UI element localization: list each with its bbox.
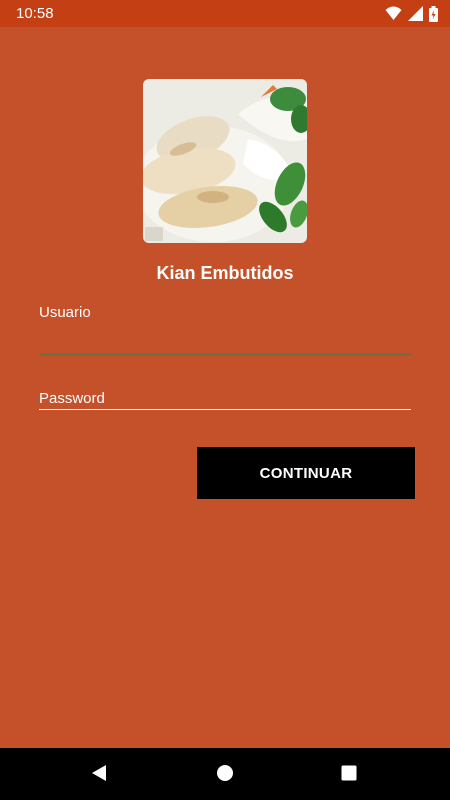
recents-icon[interactable] [340,763,358,788]
status-time: 10:58 [16,5,54,22]
back-icon[interactable] [90,763,108,788]
password-input[interactable] [39,387,411,410]
battery-icon [429,5,438,22]
navigation-bar [0,748,450,800]
username-input[interactable] [39,327,411,356]
continue-button[interactable]: CONTINUAR [197,447,415,499]
status-bar: 10:58 [0,0,450,27]
username-label: Usuario [39,304,91,321]
signal-icon [408,6,423,21]
app-title: Kian Embutidos [156,263,294,283]
logo-image [143,79,307,243]
login-screen: Kian Embutidos Usuario CONTINUAR [0,27,450,748]
wifi-icon [385,6,402,21]
status-icons [385,5,438,22]
home-icon[interactable] [216,763,234,788]
